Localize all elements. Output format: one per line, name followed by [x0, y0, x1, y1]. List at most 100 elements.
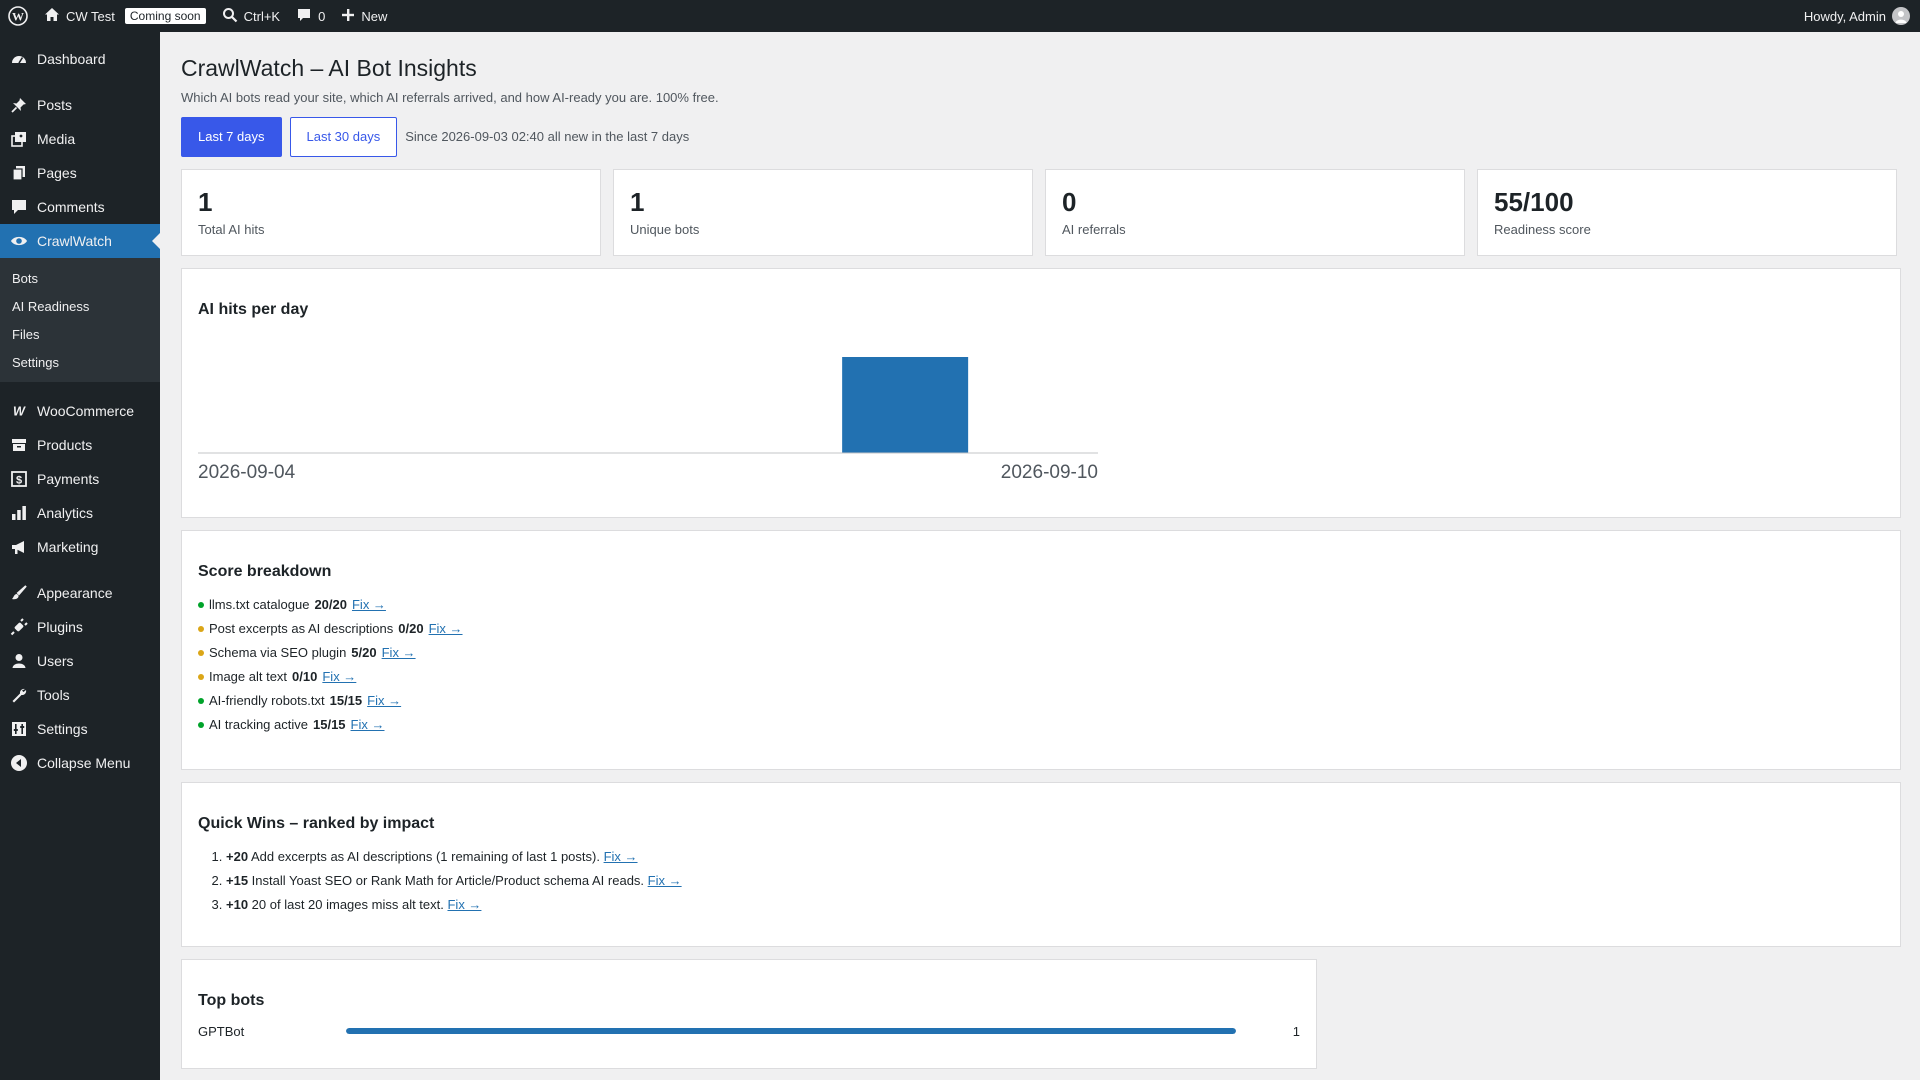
- comments-link[interactable]: 0: [288, 0, 333, 32]
- stat-card-ai-referrals: 0 AI referrals: [1045, 168, 1465, 256]
- stat-value: 0: [1062, 186, 1077, 217]
- sidebar-item-crawlwatch[interactable]: CrawlWatch: [0, 224, 160, 258]
- collapse-icon: [10, 754, 28, 772]
- wordpress-logo-icon[interactable]: W: [0, 0, 36, 32]
- site-name-link[interactable]: CW Test Coming soon: [36, 0, 214, 32]
- score-list: llms.txt catalogue 20/20 Fix → Post excerpt…: [198, 593, 1884, 737]
- sidebar-item-appearance[interactable]: Appearance: [0, 576, 160, 610]
- sidebar-item-label: Collapse Menu: [37, 755, 131, 771]
- bot-count: 1: [1292, 1023, 1300, 1039]
- fix-link[interactable]: Fix →: [367, 689, 401, 713]
- bot-rows: GPTBot 1: [198, 1024, 1300, 1039]
- fix-link[interactable]: Fix →: [352, 593, 386, 617]
- sidebar-item-pages[interactable]: Pages: [0, 156, 160, 190]
- wrench-icon: [10, 686, 28, 704]
- admin-bar: W CW Test Coming soon Ctrl+K 0 New Howdy…: [0, 0, 1920, 32]
- sidebar-item-woocommerce[interactable]: W WooCommerce: [0, 394, 160, 428]
- x-tick-label: 2026-09-04: [198, 462, 296, 483]
- sidebar-item-label: Products: [37, 437, 93, 453]
- wins-list: +20 Add excerpts as AI descriptions (1 r…: [198, 845, 1884, 917]
- score-item-label: Post excerpts as AI descriptions: [209, 620, 394, 636]
- avatar: [1892, 7, 1910, 25]
- sidebar-item-posts[interactable]: Posts: [0, 88, 160, 122]
- brush-icon: [10, 584, 28, 602]
- impact-value: +10: [226, 896, 249, 912]
- sidebar-item-label: Comments: [37, 199, 105, 215]
- impact-value: +20: [226, 848, 249, 864]
- x-tick-label: 2026-09-10: [1001, 462, 1098, 483]
- last-30-days-button[interactable]: Last 30 days: [289, 116, 398, 157]
- submenu-item-bots[interactable]: Bots: [0, 264, 160, 292]
- stat-value: 1: [198, 186, 213, 217]
- sidebar-item-dashboard[interactable]: Dashboard: [0, 42, 160, 76]
- new-label: New: [361, 8, 388, 24]
- bar-chart-icon: [10, 504, 28, 522]
- score-item-value: 0/10: [292, 668, 318, 684]
- pin-icon: [10, 96, 28, 114]
- fix-link[interactable]: Fix →: [351, 713, 385, 737]
- score-item-value: 0/20: [398, 620, 424, 636]
- sidebar-item-label: Marketing: [37, 539, 99, 555]
- submenu-item-files[interactable]: Files: [0, 320, 160, 348]
- score-breakdown-card: Score breakdown llms.txt catalogue 20/20 F…: [181, 529, 1901, 770]
- command-search[interactable]: Ctrl+K: [214, 0, 288, 32]
- sidebar-item-marketing[interactable]: Marketing: [0, 530, 160, 564]
- sidebar-item-products[interactable]: Products: [0, 428, 160, 462]
- sidebar-item-label: Settings: [37, 721, 88, 737]
- sidebar-item-tools[interactable]: Tools: [0, 678, 160, 712]
- sidebar-item-analytics[interactable]: Analytics: [0, 496, 160, 530]
- quick-wins-card: Quick Wins – ranked by impact +20 Add ex…: [181, 781, 1901, 947]
- last-7-days-button[interactable]: Last 7 days: [181, 116, 282, 157]
- score-item-label: llms.txt catalogue: [209, 596, 310, 612]
- range-selector: Last 7 days Last 30 days Since 2026-09-0…: [181, 116, 1901, 157]
- bot-bar-track: [346, 1028, 1236, 1035]
- status-dot-icon: [198, 625, 204, 632]
- sidebar-item-plugins[interactable]: Plugins: [0, 610, 160, 644]
- user-icon: [10, 652, 28, 670]
- score-title: Score breakdown: [198, 562, 332, 580]
- main-content: CrawlWatch – AI Bot Insights Which AI bo…: [181, 32, 1901, 1069]
- sidebar-item-comments[interactable]: Comments: [0, 190, 160, 224]
- comments-count: 0: [318, 8, 326, 24]
- crawlwatch-submenu: Bots AI Readiness Files Settings: [0, 258, 160, 382]
- score-item: Schema via SEO plugin 5/20 Fix →: [198, 641, 1884, 665]
- fix-link[interactable]: Fix →: [382, 641, 416, 665]
- stat-label: Total AI hits: [198, 222, 265, 238]
- dollar-icon: $: [10, 470, 28, 488]
- fix-link[interactable]: Fix →: [429, 617, 463, 641]
- sidebar-item-settings[interactable]: Settings: [0, 712, 160, 746]
- account-menu[interactable]: Howdy, Admin: [1796, 0, 1920, 32]
- media-icon: [10, 130, 28, 148]
- stats-row: 1 Total AI hits 1 Unique bots 0 AI refer…: [181, 168, 1901, 256]
- stat-label: AI referrals: [1062, 222, 1126, 238]
- fix-link[interactable]: Fix →: [447, 897, 481, 912]
- fix-link[interactable]: Fix →: [604, 849, 638, 864]
- score-item-value: 20/20: [314, 596, 347, 612]
- submenu-item-ai-readiness[interactable]: AI Readiness: [0, 292, 160, 320]
- search-shortcut: Ctrl+K: [243, 8, 281, 24]
- score-item-label: AI-friendly robots.txt: [209, 692, 325, 708]
- stat-label: Readiness score: [1494, 222, 1591, 238]
- sidebar-item-payments[interactable]: $ Payments: [0, 462, 160, 496]
- status-dot-icon: [198, 649, 204, 656]
- svg-text:W: W: [12, 10, 24, 24]
- plug-icon: [10, 618, 28, 636]
- coming-soon-badge: Coming soon: [124, 8, 206, 24]
- sidebar-item-label: Pages: [37, 165, 77, 181]
- wins-title: Quick Wins – ranked by impact: [198, 814, 435, 832]
- page-description: Which AI bots read your site, which AI r…: [181, 89, 719, 105]
- score-item-value: 15/15: [329, 692, 363, 708]
- comment-icon: [10, 198, 28, 216]
- stat-card-total-hits: 1 Total AI hits: [181, 168, 601, 256]
- sidebar-item-collapse-menu[interactable]: Collapse Menu: [0, 746, 160, 780]
- fix-link[interactable]: Fix →: [322, 665, 356, 689]
- score-item: AI-friendly robots.txt 15/15 Fix →: [198, 689, 1884, 713]
- sidebar-item-users[interactable]: Users: [0, 644, 160, 678]
- new-content-link[interactable]: New: [333, 0, 395, 32]
- fix-link[interactable]: Fix →: [648, 873, 682, 888]
- submenu-item-settings[interactable]: Settings: [0, 348, 160, 376]
- quick-win-text: Install Yoast SEO or Rank Math for Artic…: [248, 872, 648, 888]
- sidebar-item-media[interactable]: Media: [0, 122, 160, 156]
- quick-win-item: +10 20 of last 20 images miss alt text. …: [226, 893, 1884, 917]
- sidebar-item-label: CrawlWatch: [37, 233, 112, 249]
